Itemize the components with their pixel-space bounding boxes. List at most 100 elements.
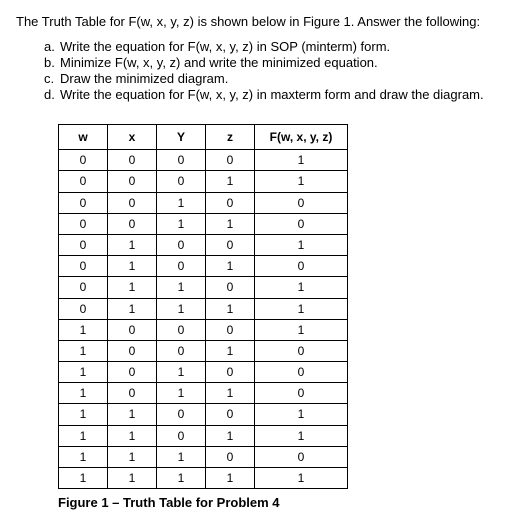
table-cell: 0 xyxy=(59,171,108,192)
table-cell: 0 xyxy=(108,192,157,213)
table-cell: 0 xyxy=(157,171,206,192)
intro-text: The Truth Table for F(w, x, y, z) is sho… xyxy=(16,14,515,29)
table-cell: 0 xyxy=(108,213,157,234)
table-cell: 0 xyxy=(59,298,108,319)
table-cell: 0 xyxy=(206,362,255,383)
table-row: 00011 xyxy=(59,171,348,192)
table-cell: 0 xyxy=(255,446,348,467)
table-cell: 0 xyxy=(157,319,206,340)
table-cell: 1 xyxy=(206,383,255,404)
question-text: Minimize F(w, x, y, z) and write the min… xyxy=(60,55,378,70)
table-cell: 1 xyxy=(206,213,255,234)
table-row: 11011 xyxy=(59,425,348,446)
table-cell: 1 xyxy=(206,256,255,277)
table-cell: 1 xyxy=(255,319,348,340)
table-row: 01001 xyxy=(59,234,348,255)
table-cell: 1 xyxy=(255,468,348,489)
table-row: 10100 xyxy=(59,362,348,383)
table-cell: 0 xyxy=(206,277,255,298)
table-row: 11001 xyxy=(59,404,348,425)
table-cell: 1 xyxy=(255,404,348,425)
table-cell: 0 xyxy=(206,150,255,171)
table-cell: 1 xyxy=(157,298,206,319)
table-cell: 0 xyxy=(157,150,206,171)
question-item: a. Write the equation for F(w, x, y, z) … xyxy=(44,39,515,54)
table-cell: 0 xyxy=(255,213,348,234)
table-cell: 1 xyxy=(157,362,206,383)
question-letter: a. xyxy=(44,39,60,54)
table-cell: 1 xyxy=(157,213,206,234)
table-cell: 1 xyxy=(108,425,157,446)
table-row: 10110 xyxy=(59,383,348,404)
table-cell: 0 xyxy=(59,256,108,277)
question-letter: d. xyxy=(44,87,60,102)
question-text: Draw the minimized diagram. xyxy=(60,71,228,86)
table-cell: 0 xyxy=(108,319,157,340)
table-cell: 0 xyxy=(108,150,157,171)
table-row: 11100 xyxy=(59,446,348,467)
table-cell: 0 xyxy=(157,340,206,361)
table-cell: 1 xyxy=(255,234,348,255)
table-cell: 0 xyxy=(59,213,108,234)
table-row: 01010 xyxy=(59,256,348,277)
table-cell: 1 xyxy=(255,150,348,171)
table-cell: 0 xyxy=(255,192,348,213)
table-cell: 0 xyxy=(157,404,206,425)
question-letter: b. xyxy=(44,55,60,70)
table-cell: 1 xyxy=(59,383,108,404)
table-cell: 0 xyxy=(157,425,206,446)
table-cell: 1 xyxy=(255,425,348,446)
table-header-row: w x Y z F(w, x, y, z) xyxy=(59,125,348,150)
table-row: 00001 xyxy=(59,150,348,171)
question-letter: c. xyxy=(44,71,60,86)
table-cell: 1 xyxy=(206,425,255,446)
table-cell: 1 xyxy=(59,425,108,446)
table-cell: 1 xyxy=(206,171,255,192)
table-cell: 1 xyxy=(255,298,348,319)
table-cell: 1 xyxy=(255,171,348,192)
table-cell: 0 xyxy=(59,277,108,298)
table-row: 00110 xyxy=(59,213,348,234)
question-item: c. Draw the minimized diagram. xyxy=(44,71,515,86)
question-text: Write the equation for F(w, x, y, z) in … xyxy=(60,87,484,102)
header-f: F(w, x, y, z) xyxy=(255,125,348,150)
header-w: w xyxy=(59,125,108,150)
table-cell: 0 xyxy=(255,340,348,361)
table-cell: 1 xyxy=(206,468,255,489)
table-cell: 1 xyxy=(59,319,108,340)
truth-table: w x Y z F(w, x, y, z) 000010001100100001… xyxy=(58,124,348,489)
table-cell: 1 xyxy=(157,192,206,213)
table-cell: 1 xyxy=(59,446,108,467)
table-cell: 1 xyxy=(206,340,255,361)
table-cell: 1 xyxy=(157,277,206,298)
table-cell: 0 xyxy=(157,256,206,277)
table-cell: 0 xyxy=(206,192,255,213)
table-row: 11111 xyxy=(59,468,348,489)
table-cell: 0 xyxy=(59,150,108,171)
table-cell: 0 xyxy=(206,319,255,340)
table-cell: 0 xyxy=(206,404,255,425)
table-cell: 0 xyxy=(255,362,348,383)
table-row: 01101 xyxy=(59,277,348,298)
table-cell: 0 xyxy=(108,171,157,192)
table-cell: 0 xyxy=(255,383,348,404)
table-row: 10010 xyxy=(59,340,348,361)
table-cell: 1 xyxy=(255,277,348,298)
header-x: x xyxy=(108,125,157,150)
table-cell: 0 xyxy=(108,340,157,361)
table-cell: 0 xyxy=(255,256,348,277)
question-item: b. Minimize F(w, x, y, z) and write the … xyxy=(44,55,515,70)
table-cell: 0 xyxy=(108,362,157,383)
table-row: 01111 xyxy=(59,298,348,319)
table-cell: 1 xyxy=(157,446,206,467)
table-cell: 1 xyxy=(157,468,206,489)
table-row: 00100 xyxy=(59,192,348,213)
table-cell: 0 xyxy=(206,446,255,467)
question-text: Write the equation for F(w, x, y, z) in … xyxy=(60,39,390,54)
table-cell: 0 xyxy=(108,383,157,404)
table-row: 10001 xyxy=(59,319,348,340)
table-cell: 1 xyxy=(59,404,108,425)
table-cell: 1 xyxy=(59,468,108,489)
table-cell: 1 xyxy=(108,404,157,425)
table-cell: 0 xyxy=(59,192,108,213)
